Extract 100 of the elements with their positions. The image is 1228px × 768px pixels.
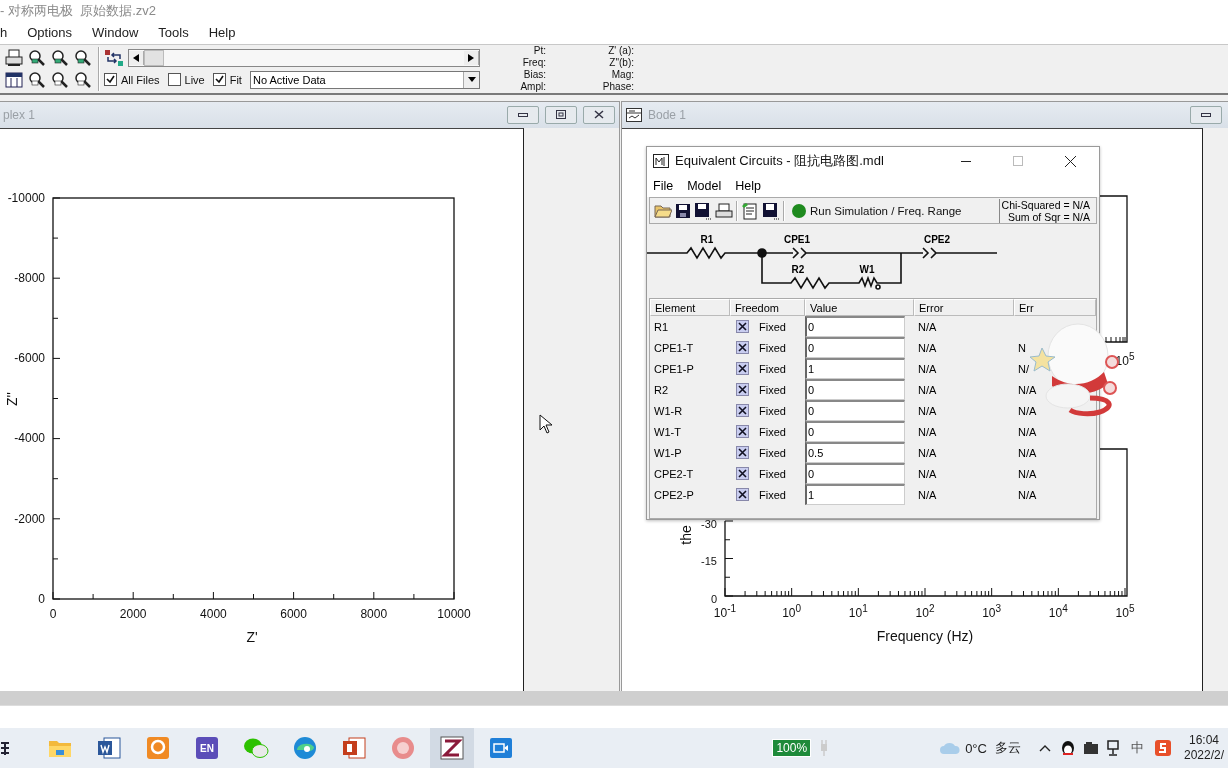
menu-item[interactable]: Model: [687, 179, 722, 193]
fixed-checkbox[interactable]: [736, 320, 749, 333]
zoom-icon[interactable]: [27, 70, 46, 89]
error-cell-text: N/A: [1017, 404, 1038, 417]
x-mark-icon: [738, 469, 747, 478]
zoom-icon[interactable]: [50, 70, 69, 89]
presentation-icon[interactable]: [342, 736, 366, 760]
readout-label: Pt:: [533, 44, 546, 57]
value-field[interactable]: 0: [805, 421, 905, 442]
printer-icon[interactable]: [4, 48, 23, 67]
fixed-checkbox[interactable]: [736, 362, 749, 375]
restore-icon: [556, 110, 566, 120]
error-cell-text: N/A: [917, 446, 938, 459]
minimize-button[interactable]: [507, 105, 539, 124]
element-cell-text: CPE2-T: [653, 467, 695, 480]
fixed-checkbox[interactable]: [736, 425, 749, 438]
value-field[interactable]: 0: [805, 463, 905, 484]
swap-arrows-icon[interactable]: [104, 48, 124, 67]
zoom-icon[interactable]: [27, 48, 46, 67]
tick-label: 10000: [437, 606, 471, 621]
fixed-checkbox[interactable]: [736, 446, 749, 459]
taskbar-app[interactable]: [430, 728, 474, 768]
element-cell-text: CPE2-P: [653, 488, 695, 501]
s-app-icon[interactable]: [1153, 739, 1172, 757]
document-icon[interactable]: [97, 736, 121, 760]
fixed-checkbox[interactable]: [736, 467, 749, 480]
folder-icon[interactable]: [48, 738, 72, 758]
input-method-indicator[interactable]: 中: [1130, 739, 1144, 757]
save-icon[interactable]: [675, 202, 691, 219]
scrollbar[interactable]: [128, 48, 480, 67]
column-header[interactable]: Freedom: [730, 299, 805, 316]
column-header[interactable]: Value: [805, 299, 914, 316]
menu-item[interactable]: Help: [208, 25, 236, 41]
minimize-button[interactable]: [1190, 105, 1222, 124]
menu-item[interactable]: Window: [92, 25, 139, 41]
error-cell-text: N/A: [917, 404, 938, 417]
cursor-icon: [539, 414, 553, 434]
error-cell-text: N/A: [1017, 446, 1038, 459]
column-header[interactable]: Err: [1014, 299, 1096, 316]
grid-icon[interactable]: [1, 740, 11, 756]
value-field[interactable]: 0: [805, 400, 905, 421]
run-simulation-button[interactable]: Run Simulation / Freq. Range: [788, 203, 966, 218]
checkbox[interactable]: [104, 73, 117, 87]
zoom-icon[interactable]: [73, 70, 92, 89]
scroll-left-button[interactable]: [129, 50, 144, 65]
fixed-checkbox[interactable]: [736, 488, 749, 501]
panel-layout-icon[interactable]: [4, 71, 23, 88]
dropdown-caret-icon: [467, 77, 476, 83]
column-header[interactable]: Error: [914, 299, 1014, 316]
checkbox[interactable]: [212, 73, 226, 87]
data-dropdown[interactable]: No Active Data: [249, 70, 480, 89]
open-folder-icon[interactable]: [654, 202, 672, 219]
temperature: 0°C: [965, 740, 987, 756]
chart-app-icon[interactable]: [440, 736, 464, 760]
menu-item[interactable]: Help: [735, 179, 761, 193]
menu-item[interactable]: File: [653, 179, 674, 193]
checkbox[interactable]: [167, 73, 181, 87]
menu-item[interactable]: Tools: [158, 25, 189, 41]
value-field[interactable]: 0: [805, 379, 905, 400]
fixed-checkbox[interactable]: [736, 404, 749, 417]
tick-label: 8000: [360, 606, 388, 621]
fixed-checkbox[interactable]: [736, 341, 749, 354]
value-field[interactable]: 0: [805, 316, 905, 337]
left-arrow-icon: [133, 53, 139, 62]
caret-up-icon[interactable]: [1038, 744, 1051, 752]
tick-label: 0: [710, 592, 717, 605]
printer-icon[interactable]: [715, 202, 733, 219]
freedom-cell: Fixed: [759, 362, 786, 375]
menu-item[interactable]: Options: [27, 25, 73, 41]
menu-item[interactable]: h: [0, 25, 8, 41]
chi-squared-readout: Chi-Squared = N/A: [1001, 198, 1090, 211]
app-icon: [653, 154, 669, 168]
taskbar-app[interactable]: EN: [185, 728, 229, 768]
value-field[interactable]: 0.5: [805, 442, 905, 463]
restore-button[interactable]: [545, 105, 577, 124]
video-camera-icon[interactable]: [489, 736, 513, 760]
tick-label: 10$^{0}$: [782, 602, 802, 620]
penguin-icon[interactable]: [1060, 740, 1075, 756]
value-field[interactable]: 1: [805, 358, 905, 379]
browser-icon[interactable]: [293, 736, 317, 760]
zoom-icon[interactable]: [50, 48, 69, 67]
freedom-cell: Fixed: [759, 425, 786, 438]
readout-label: Freq:: [522, 56, 546, 69]
value-field[interactable]: 1: [805, 484, 905, 505]
scroll-right-button[interactable]: [464, 50, 479, 65]
window-icon: [626, 107, 642, 122]
value-field[interactable]: 0: [805, 337, 905, 358]
column-header[interactable]: Element: [650, 299, 730, 316]
tray-app-icon[interactable]: [1082, 741, 1099, 755]
x-mark-icon: [738, 427, 747, 436]
fixed-checkbox[interactable]: [736, 383, 749, 396]
close-button[interactable]: [583, 105, 615, 124]
scroll-thumb[interactable]: [144, 49, 164, 66]
tick-label: 4000: [200, 606, 227, 621]
dictionary-app-icon[interactable]: EN: [196, 737, 218, 759]
freedom-cell: Fixed: [759, 404, 786, 417]
dot-icon: [792, 203, 806, 218]
checkmark-icon: [214, 75, 224, 85]
zoom-icon[interactable]: [73, 48, 92, 67]
save-as-icon[interactable]: [694, 201, 712, 220]
